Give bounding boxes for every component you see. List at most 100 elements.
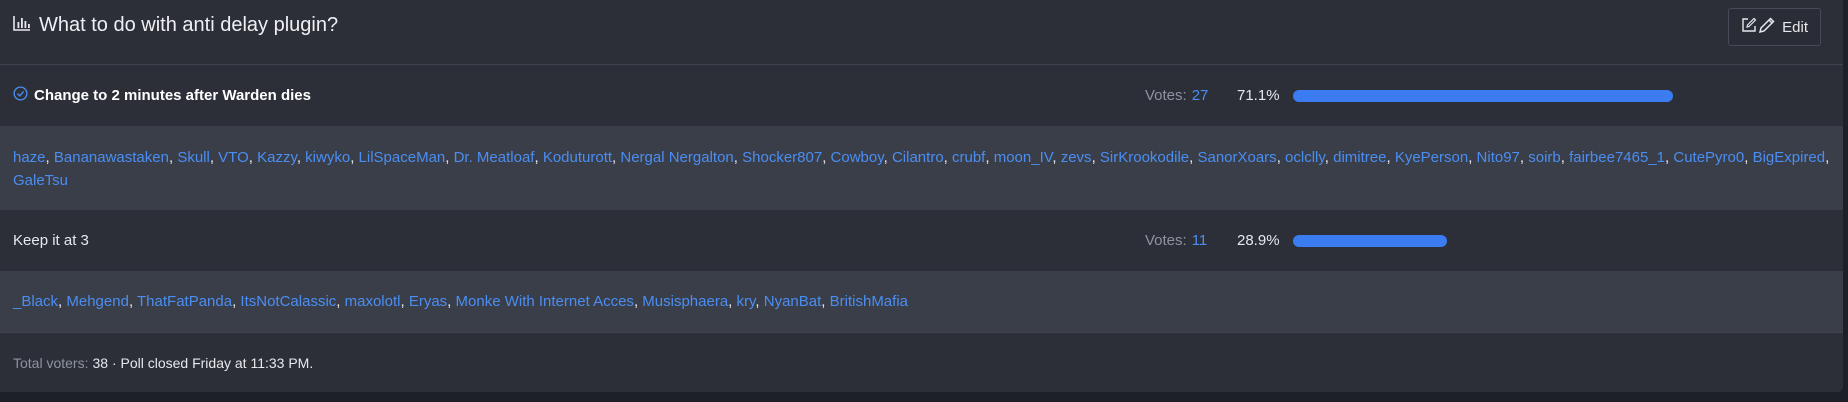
voter-link[interactable]: fairbee7465_1 (1569, 149, 1665, 166)
voter-separator: , (985, 149, 994, 166)
voter-separator: , (883, 149, 892, 166)
total-voters-label: Total voters: (13, 354, 89, 371)
poll-header: What to do with anti delay plugin? Edit (0, 0, 1843, 65)
voter-link[interactable]: Kazzy (257, 149, 297, 166)
voter-separator: , (336, 293, 345, 310)
poll-footer: Total voters: 38 · Poll closed Friday at… (0, 332, 1843, 392)
voter-link[interactable]: GaleTsu (13, 172, 68, 189)
voter-link[interactable]: KyePerson (1395, 149, 1468, 166)
option-label-wrap: Change to 2 minutes after Warden dies (13, 65, 311, 126)
voter-separator: , (943, 149, 952, 166)
edit-icons (1741, 16, 1776, 38)
voter-link[interactable]: SanorXoars (1197, 149, 1276, 166)
progress-fill (1293, 90, 1673, 102)
votes-count[interactable]: 27 (1192, 87, 1209, 104)
voter-separator: , (534, 149, 543, 166)
voter-separator: , (350, 149, 359, 166)
voter-separator: , (400, 293, 409, 310)
voter-link[interactable]: BigExpired (1753, 149, 1826, 166)
voters-list-1: haze, Bananawastaken, Skull, VTO, Kazzy,… (0, 126, 1843, 210)
voter-separator: , (1744, 149, 1753, 166)
votes-label: Votes: (1145, 87, 1187, 104)
votes-count[interactable]: 11 (1192, 232, 1208, 249)
voter-separator: , (1091, 149, 1100, 166)
voter-separator: , (1519, 149, 1529, 166)
voter-separator: , (445, 149, 454, 166)
voter-link[interactable]: Cilantro (892, 149, 944, 166)
option-label-wrap: Keep it at 3 (13, 210, 89, 271)
voter-link[interactable]: Koduturott (543, 149, 612, 166)
voter-link[interactable]: Nito97 (1477, 149, 1520, 166)
voter-link[interactable]: maxolotl (345, 293, 401, 310)
voter-separator: , (1560, 149, 1570, 166)
progress-fill (1293, 235, 1448, 247)
voter-separator: , (248, 149, 258, 166)
option-label: Keep it at 3 (13, 232, 89, 249)
voter-separator: , (209, 149, 219, 166)
voter-separator: , (45, 149, 54, 166)
progress-bar-option-1 (1293, 90, 1673, 102)
check-circle-icon (13, 86, 28, 105)
edit-button[interactable]: Edit (1728, 8, 1821, 46)
voter-link[interactable]: Musisphaera (642, 293, 728, 310)
voter-link[interactable]: Dr. Meatloaf (454, 149, 535, 166)
poll-status-text: 38 · Poll closed Friday at 11:33 PM. (92, 354, 314, 371)
voter-link[interactable]: kiwyko (305, 149, 350, 166)
voter-link[interactable]: Nergal Nergalton (620, 149, 733, 166)
voter-separator: , (1276, 149, 1286, 166)
voter-link[interactable]: soirb (1528, 149, 1561, 166)
voter-link[interactable]: NyanBat (764, 293, 822, 310)
edit-button-label: Edit (1782, 18, 1808, 36)
voter-link[interactable]: LilSpaceMan (359, 149, 446, 166)
voter-link[interactable]: Shocker807 (742, 149, 822, 166)
voter-separator: , (447, 293, 456, 310)
voter-link[interactable]: Cowboy (831, 149, 884, 166)
voter-list: _Black, Mehgend, ThatFatPanda, ItsNotCal… (13, 290, 908, 313)
voter-link[interactable]: Bananawastaken (54, 149, 169, 166)
voter-link[interactable]: kry (737, 293, 756, 310)
option-percent: 28.9% (1237, 232, 1280, 249)
voter-link[interactable]: SirKrookodile (1100, 149, 1189, 166)
bar-chart-icon (13, 15, 31, 36)
voter-link[interactable]: Mehgend (66, 293, 129, 310)
voter-link[interactable]: dimitree (1333, 149, 1386, 166)
voter-list: haze, Bananawastaken, Skull, VTO, Kazzy,… (13, 146, 1830, 192)
pencil-icon (1758, 16, 1776, 38)
poll-title: What to do with anti delay plugin? (39, 14, 339, 36)
voter-separator: , (128, 293, 138, 310)
poll-title-wrap: What to do with anti delay plugin? (13, 13, 338, 37)
voter-link[interactable]: haze (13, 149, 46, 166)
voter-link[interactable]: zevs (1061, 149, 1092, 166)
voter-separator: , (733, 149, 743, 166)
voter-link[interactable]: crubf (952, 149, 985, 166)
voter-link[interactable]: moon_IV (994, 149, 1053, 166)
voters-list-2: _Black, Mehgend, ThatFatPanda, ItsNotCal… (0, 271, 1843, 332)
voter-separator: , (821, 293, 830, 310)
poll-panel: What to do with anti delay plugin? Edit … (0, 0, 1843, 392)
edit-square-icon (1741, 17, 1757, 37)
option-label: Change to 2 minutes after Warden dies (34, 87, 311, 104)
voter-separator: , (822, 149, 831, 166)
progress-bar-option-2 (1293, 235, 1673, 247)
voter-separator: , (1052, 149, 1061, 166)
voter-link[interactable]: Monke With Internet Acces (456, 293, 634, 310)
option-percent: 71.1% (1237, 87, 1280, 104)
voter-separator: , (755, 293, 764, 310)
voter-separator: , (1468, 149, 1477, 166)
voter-link[interactable]: ThatFatPanda (137, 293, 232, 310)
voter-link[interactable]: Skull (177, 149, 210, 166)
voter-link[interactable]: Eryas (409, 293, 447, 310)
voter-separator: , (728, 293, 737, 310)
option-votes: Votes: 27 (1145, 65, 1208, 126)
voter-separator: , (1386, 149, 1395, 166)
voter-link[interactable]: VTO (218, 149, 249, 166)
voter-link[interactable]: oclclly (1285, 149, 1325, 166)
voter-link[interactable]: BritishMafia (830, 293, 908, 310)
voter-separator: , (296, 149, 306, 166)
option-votes: Votes: 11 (1145, 210, 1207, 271)
voter-separator: , (1825, 149, 1830, 166)
voter-link[interactable]: _Black (13, 293, 58, 310)
voter-link[interactable]: ItsNotCalassic (240, 293, 336, 310)
voter-link[interactable]: CutePyro0 (1673, 149, 1744, 166)
votes-label: Votes: (1145, 232, 1187, 249)
